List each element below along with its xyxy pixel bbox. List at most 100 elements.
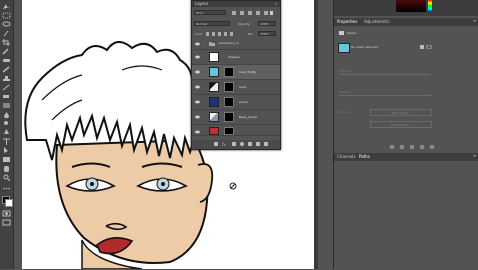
density-slider[interactable] bbox=[339, 74, 431, 75]
layer-name: Base_Jacket bbox=[239, 115, 257, 119]
layer-mask-thumbnail[interactable] bbox=[224, 82, 234, 92]
panel-menu-icon[interactable]: ≡ bbox=[473, 18, 476, 23]
lasso-tool-icon[interactable] bbox=[2, 21, 11, 28]
mask-status-text: No mask selected bbox=[351, 45, 378, 49]
visibility-eye-icon[interactable] bbox=[195, 55, 200, 59]
color-field[interactable] bbox=[396, 0, 426, 12]
visibility-eye-icon[interactable] bbox=[195, 42, 200, 46]
fill-input[interactable]: 100% bbox=[258, 31, 276, 36]
layer-mask-thumbnail[interactable] bbox=[224, 127, 234, 135]
layer-thumbnail bbox=[209, 52, 219, 62]
brush-tool-icon[interactable] bbox=[2, 66, 11, 73]
layer-thumbnail bbox=[209, 97, 219, 107]
path-selection-tool-icon[interactable] bbox=[2, 147, 11, 154]
visibility-eye-icon[interactable] bbox=[195, 130, 200, 134]
feather-slider[interactable] bbox=[339, 95, 431, 96]
color-panel bbox=[334, 0, 478, 16]
layer-mask-thumbnail[interactable] bbox=[224, 112, 234, 122]
masks-icon bbox=[339, 31, 344, 35]
layer-mask-thumbnail[interactable] bbox=[224, 67, 234, 77]
hue-slider[interactable] bbox=[428, 0, 432, 12]
healing-brush-tool-icon[interactable] bbox=[2, 57, 11, 64]
fill-label: Fill: bbox=[248, 32, 254, 36]
layer-row-selected[interactable]: head_Eaftg bbox=[192, 65, 280, 80]
eraser-tool-icon[interactable] bbox=[2, 93, 11, 100]
face bbox=[55, 138, 209, 264]
filter-kind-label: Kind bbox=[196, 11, 203, 15]
paths-list bbox=[334, 162, 478, 269]
folder-icon bbox=[209, 42, 215, 46]
layer-row[interactable]: hair1 bbox=[192, 80, 280, 95]
layers-panel-title: Layers bbox=[195, 1, 209, 6]
lock-label: Lock: bbox=[195, 32, 203, 36]
canvas-scroll-area[interactable] bbox=[314, 0, 318, 269]
layer-thumbnail bbox=[209, 112, 219, 122]
visibility-eye-icon[interactable] bbox=[195, 100, 200, 104]
right-dock: Properties Adjustments ≡ Masks No mask s… bbox=[333, 0, 478, 269]
quick-select-tool-icon[interactable] bbox=[2, 30, 11, 37]
layer-list: ˅ colortheory_1 Glasses head_Eaftg hair1… bbox=[192, 39, 280, 139]
layer-row-group[interactable]: ˅ colortheory_1 bbox=[192, 39, 280, 50]
pen-tool-icon[interactable] bbox=[2, 129, 11, 136]
panel-close-icon[interactable]: × bbox=[274, 1, 277, 6]
properties-footer-icons[interactable] bbox=[390, 145, 434, 149]
mask-edge-button[interactable]: Mask Edge... bbox=[370, 109, 432, 116]
layer-thumbnail bbox=[209, 82, 219, 92]
blend-mode-select[interactable]: Normal bbox=[194, 21, 230, 26]
rectangle-tool-icon[interactable] bbox=[2, 156, 11, 163]
quick-mask-icon[interactable] bbox=[2, 210, 11, 217]
layer-row[interactable]: Base_Jacket bbox=[192, 110, 280, 125]
group-expand-chevron-icon[interactable]: ˅ bbox=[204, 41, 206, 46]
color-range-button-label: Color Range... bbox=[390, 123, 412, 127]
layer-name: shoes bbox=[239, 100, 248, 104]
add-mask-icon bbox=[232, 142, 236, 146]
move-tool-icon[interactable] bbox=[2, 3, 11, 10]
tab-adjustments[interactable]: Adjustments bbox=[364, 19, 389, 24]
layer-name: hair1 bbox=[239, 85, 247, 89]
tab-properties[interactable]: Properties bbox=[337, 19, 357, 24]
layers-panel: Layers × Kind Normal Opacity: 100% Lock:… bbox=[191, 0, 281, 150]
crop-tool-icon[interactable] bbox=[2, 39, 11, 46]
eyedropper-tool-icon[interactable] bbox=[2, 48, 11, 55]
feather-label: Feather: bbox=[339, 90, 352, 94]
layers-footer: fx bbox=[192, 140, 280, 149]
new-layer-icon bbox=[256, 142, 260, 146]
screen-mode-icon[interactable] bbox=[2, 219, 11, 226]
dodge-tool-icon[interactable] bbox=[2, 120, 11, 127]
marquee-tool-icon[interactable] bbox=[2, 12, 11, 19]
gradient-tool-icon[interactable] bbox=[2, 102, 11, 109]
visibility-eye-icon[interactable] bbox=[195, 85, 200, 89]
zoom-tool-icon[interactable] bbox=[2, 174, 11, 181]
layer-mask-thumbnail[interactable] bbox=[224, 97, 234, 107]
clone-stamp-tool-icon[interactable] bbox=[2, 75, 11, 82]
type-tool-icon[interactable] bbox=[2, 138, 11, 145]
layer-name: colortheory_1 bbox=[218, 41, 239, 45]
fill-value: 100% bbox=[260, 32, 269, 36]
opacity-label: Opacity: bbox=[238, 22, 251, 26]
mask-type-icons[interactable] bbox=[420, 45, 432, 49]
tab-paths[interactable]: Paths bbox=[359, 154, 370, 159]
blur-tool-icon[interactable] bbox=[2, 111, 11, 118]
layer-name: head_Eaftg bbox=[239, 70, 256, 74]
filter-kind-select[interactable]: Kind bbox=[194, 10, 226, 15]
refine-label: Refine: bbox=[339, 110, 350, 114]
history-brush-tool-icon[interactable] bbox=[2, 84, 11, 91]
visibility-eye-icon[interactable] bbox=[195, 70, 200, 74]
color-range-button[interactable]: Color Range... bbox=[370, 121, 432, 128]
hand-tool-icon[interactable] bbox=[2, 165, 11, 172]
opacity-input[interactable]: 100% bbox=[258, 21, 276, 26]
layer-row[interactable]: shoes bbox=[192, 95, 280, 110]
tab-channels[interactable]: Channels bbox=[337, 154, 356, 159]
visibility-eye-icon[interactable] bbox=[195, 115, 200, 119]
layer-row[interactable]: Glasses bbox=[192, 50, 280, 65]
layer-row[interactable] bbox=[192, 125, 280, 136]
opacity-value: 100% bbox=[260, 22, 269, 26]
edit-toolbar-icon[interactable] bbox=[2, 185, 11, 192]
paths-menu-icon[interactable]: ≡ bbox=[473, 153, 476, 158]
tools-panel bbox=[0, 0, 14, 269]
layer-thumbnail bbox=[209, 127, 219, 135]
background-color-swatch[interactable] bbox=[5, 199, 13, 207]
new-group-icon bbox=[248, 142, 252, 146]
lock-icons[interactable] bbox=[206, 32, 244, 36]
layer-name: Glasses bbox=[228, 55, 240, 59]
